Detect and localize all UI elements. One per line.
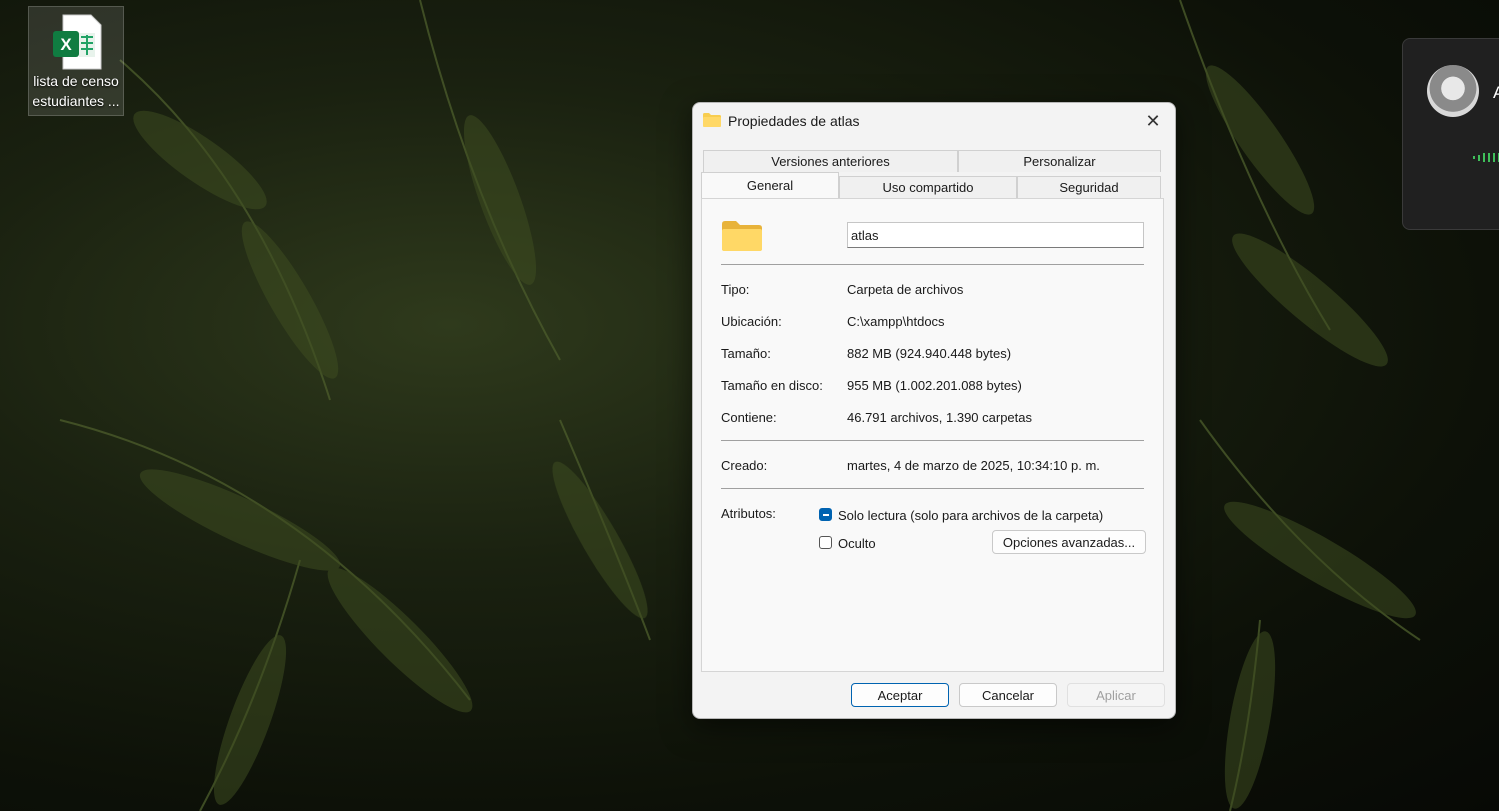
created-value: martes, 4 de marzo de 2025, 10:34:10 p. …: [847, 458, 1100, 473]
size-value: 882 MB (924.940.448 bytes): [847, 346, 1012, 361]
type-label: Tipo:: [721, 282, 750, 297]
divider: [721, 264, 1144, 265]
ok-button[interactable]: Aceptar: [851, 683, 949, 707]
type-value: Carpeta de archivos: [847, 282, 964, 297]
apply-button[interactable]: Aplicar: [1067, 683, 1165, 707]
general-tab-panel: Tipo: Carpeta de archivos Ubicación: C:\…: [701, 198, 1164, 672]
tab-customize[interactable]: Personalizar: [958, 150, 1161, 172]
readonly-label[interactable]: Solo lectura (solo para archivos de la c…: [838, 508, 1103, 523]
divider: [721, 488, 1144, 489]
contains-value: 46.791 archivos, 1.390 carpetas: [847, 410, 1033, 425]
folder-icon: [722, 221, 762, 251]
close-icon: ✕: [1145, 110, 1161, 131]
close-button[interactable]: ✕: [1139, 109, 1167, 133]
hidden-checkbox[interactable]: [819, 536, 832, 549]
tab-strip: Versiones anteriores Personalizar Genera…: [701, 150, 1161, 198]
location-label: Ubicación:: [721, 314, 782, 329]
notification-card[interactable]: A: [1402, 38, 1499, 230]
hidden-label[interactable]: Oculto: [838, 536, 876, 551]
tab-sharing[interactable]: Uso compartido: [839, 176, 1017, 198]
readonly-checkbox[interactable]: [819, 508, 832, 521]
avatar: [1427, 65, 1479, 117]
divider: [721, 440, 1144, 441]
tab-security[interactable]: Seguridad: [1017, 176, 1161, 198]
desktop-file-label: lista de censo estudiantes ...: [32, 73, 120, 109]
created-label: Creado:: [721, 458, 768, 473]
notification-title: A: [1493, 83, 1499, 102]
properties-dialog: Propiedades de atlas ✕ Versiones anterio…: [692, 102, 1176, 719]
audio-meter: [1473, 153, 1499, 162]
folder-icon: [703, 113, 721, 127]
excel-file-icon: X: [49, 13, 103, 71]
dialog-title: Propiedades de atlas: [728, 113, 860, 129]
tab-general[interactable]: General: [701, 172, 839, 198]
location-value: C:\xampp\htdocs: [847, 314, 945, 329]
disk-size-label: Tamaño en disco:: [721, 378, 823, 393]
cancel-button[interactable]: Cancelar: [959, 683, 1057, 707]
size-label: Tamaño:: [721, 346, 771, 361]
desktop-file-excel[interactable]: X lista de censo estudiantes ...: [28, 6, 124, 116]
svg-text:X: X: [60, 35, 72, 54]
folder-name-input[interactable]: [847, 222, 1144, 248]
tab-previous-versions[interactable]: Versiones anteriores: [703, 150, 958, 172]
advanced-options-button[interactable]: Opciones avanzadas...: [992, 530, 1146, 554]
title-bar[interactable]: Propiedades de atlas ✕: [693, 103, 1175, 139]
disk-size-value: 955 MB (1.002.201.088 bytes): [847, 378, 1022, 393]
contains-label: Contiene:: [721, 410, 777, 425]
attributes-label: Atributos:: [721, 506, 776, 521]
